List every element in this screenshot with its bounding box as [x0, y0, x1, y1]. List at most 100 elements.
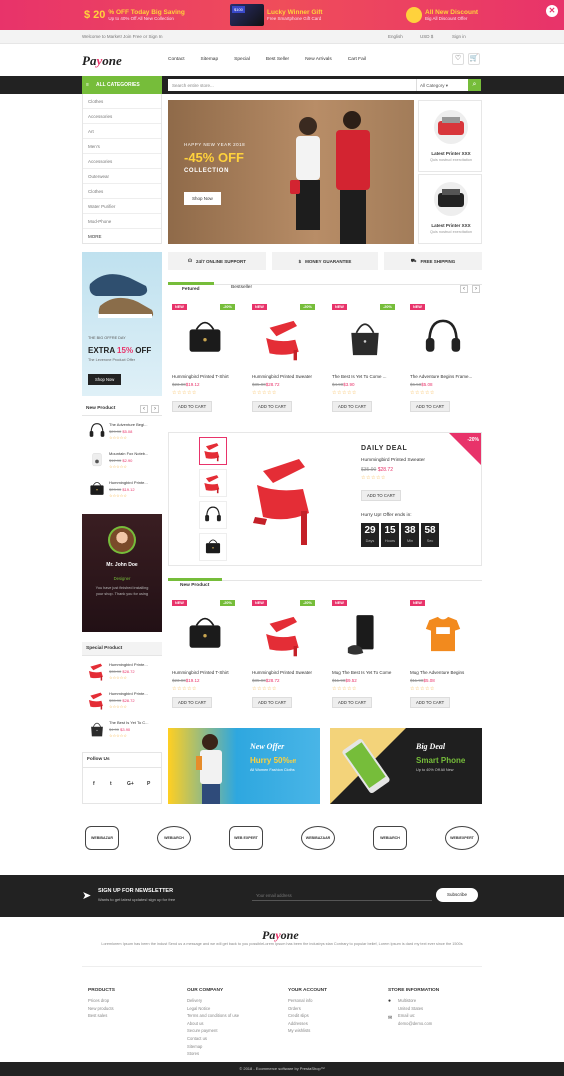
category-item[interactable]: Accessories — [83, 154, 161, 169]
nav-cart-fail[interactable]: Cart Fail — [348, 57, 366, 62]
category-item[interactable]: Outerwear — [83, 169, 161, 184]
footer-link[interactable]: Best sales — [88, 1012, 115, 1020]
close-icon[interactable]: ✕ — [546, 5, 558, 17]
footer-link[interactable]: Personal info — [288, 997, 327, 1005]
left-banner-shop-button[interactable]: Shop Now — [88, 374, 122, 385]
add-to-cart-button[interactable]: ADD TO CART — [410, 401, 451, 412]
product-image[interactable] — [328, 602, 402, 666]
footer-link[interactable]: Delivery — [187, 997, 239, 1005]
signin-link[interactable]: Sign in — [452, 34, 466, 39]
all-categories-button[interactable]: ≡ ALL CATEGORIES — [82, 76, 162, 94]
mini-product[interactable]: Mountain Fox Noteb... $12.90 $2.90 ☆☆☆☆☆ — [82, 449, 162, 473]
category-item[interactable]: Men's — [83, 139, 161, 154]
mini-product-title[interactable]: Hummingbird Printe... — [109, 480, 159, 485]
mini-product-title[interactable]: Hummingbird Printe... — [109, 691, 159, 696]
product-image[interactable] — [406, 306, 480, 370]
nav-sitemap[interactable]: Sitemap — [201, 57, 219, 62]
product-card[interactable]: NEW -20% Hummingbird Printed T-Shirt $23.90… — [168, 594, 242, 714]
side-product-card[interactable]: Latest Printer XXX Quis nostrud exercita… — [418, 174, 482, 244]
heart-icon[interactable]: ♡ — [452, 53, 464, 65]
brand-logo[interactable]: WEBIARCH — [154, 824, 194, 852]
category-item[interactable]: Clothes — [83, 184, 161, 199]
nav-new-arrivals[interactable]: New Arrivals — [305, 57, 332, 62]
add-to-cart-button[interactable]: ADD TO CART — [252, 401, 293, 412]
logo[interactable]: Payone — [82, 53, 122, 69]
currency-select[interactable]: USD $ — [420, 34, 433, 39]
subscribe-button[interactable]: Subscribe — [436, 888, 478, 902]
mini-product-title[interactable]: Hummingbird Printe... — [109, 662, 159, 667]
product-title[interactable]: Mug The Adventure Begins — [410, 670, 480, 675]
mini-product-image[interactable] — [86, 689, 108, 713]
category-item[interactable]: Clothes — [83, 94, 161, 109]
tab-bestseller[interactable]: Bestseller — [231, 285, 252, 290]
mini-product-image[interactable] — [86, 478, 108, 502]
brand-logo[interactable]: WEB EXPERT — [226, 824, 266, 852]
mini-product[interactable]: Hummingbird Printe... $35.90 $28.72 ☆☆☆☆☆ — [82, 660, 162, 684]
mini-product-title[interactable]: The Best Is Yet To C... — [109, 720, 159, 725]
deal-product-name[interactable]: Hummingbird Printed Sweater — [361, 458, 425, 463]
promo-lucky[interactable]: $100 Lucky Winner Gift Free Smartphone G… — [230, 4, 323, 26]
footer-link[interactable]: Legal Notice — [187, 1005, 239, 1013]
deal-thumbnail[interactable] — [199, 469, 227, 497]
search-icon[interactable]: ⌕ — [468, 79, 481, 91]
promo-discount[interactable]: All New Discount Big All Discount Offer — [406, 4, 478, 26]
deal-thumbnail[interactable] — [199, 501, 227, 529]
side-product-card[interactable]: Latest Printer XXX Quis nostrud exercita… — [418, 100, 482, 172]
category-item[interactable]: Mod-Phone — [83, 214, 161, 229]
footer-link[interactable]: Prices drop — [88, 997, 115, 1005]
mini-product[interactable]: The Adventure Begi... $29.90 $5.08 ☆☆☆☆☆ — [82, 420, 162, 444]
footer-link[interactable]: demo@demo.com — [388, 1020, 439, 1028]
product-card[interactable]: NEW -20% The Best Is Yet To Come ... $4.90$… — [328, 298, 402, 418]
category-item[interactable]: Accessories — [83, 109, 161, 124]
footer-link[interactable]: Multistore — [388, 997, 439, 1005]
product-title[interactable]: Hummingbird Printed T-Shirt — [172, 670, 242, 675]
product-image[interactable] — [248, 602, 322, 666]
footer-link[interactable]: Sitemap — [187, 1043, 239, 1051]
chevron-right-icon[interactable]: › — [151, 405, 159, 413]
product-image[interactable] — [168, 602, 242, 666]
promo-banner[interactable]: $ 20 % OFF Today Big Saving Up to 40% Of… — [0, 0, 564, 30]
category-more[interactable]: MORE — [83, 229, 161, 244]
add-to-cart-button[interactable]: ADD TO CART — [332, 697, 373, 708]
brand-logo[interactable]: WEBIARCH — [370, 824, 410, 852]
add-to-cart-button[interactable]: ADD TO CART — [332, 401, 373, 412]
product-title[interactable]: Hummingbird Printed Sweater — [252, 670, 322, 675]
footer-link[interactable]: Email us: — [388, 1012, 439, 1020]
product-card[interactable]: NEW Mug The Best Is Yet To Come $11.90$9.5… — [328, 594, 402, 714]
mini-product[interactable]: Hummingbird Printe... $35.90 $28.72 ☆☆☆☆☆ — [82, 689, 162, 713]
facebook-icon[interactable]: f — [93, 781, 95, 787]
google-plus-icon[interactable]: G+ — [127, 781, 134, 787]
footer-link[interactable]: Terms and conditions of use — [187, 1012, 239, 1020]
tab-featured[interactable]: Fetured — [182, 287, 200, 292]
product-image[interactable] — [168, 306, 242, 370]
chevron-right-icon[interactable]: › — [472, 285, 480, 293]
nav-special[interactable]: Special — [234, 57, 250, 62]
nav-contact[interactable]: Contact — [168, 57, 185, 62]
footer-logo[interactable]: Payone — [262, 928, 299, 943]
deal-thumbnail[interactable] — [199, 437, 227, 465]
twitter-icon[interactable]: t — [110, 781, 112, 787]
newsletter-email-input[interactable]: Your email address — [252, 891, 432, 901]
mini-product-image[interactable] — [86, 718, 108, 742]
footer-link[interactable]: Stores — [187, 1050, 239, 1058]
footer-link[interactable]: New products — [88, 1005, 115, 1013]
footer-link[interactable]: Secure payment — [187, 1027, 239, 1035]
deal-add-to-cart-button[interactable]: ADD TO CART — [361, 490, 402, 501]
product-title[interactable]: Hummingbird Printed T-Shirt — [172, 374, 242, 379]
product-card[interactable]: NEW -20% Hummingbird Printed Sweater $35.90… — [248, 594, 322, 714]
big-deal-banner[interactable]: Big Deal Smart Phone Up to 40% Off All N… — [330, 728, 482, 804]
footer-link[interactable]: United States — [388, 1005, 439, 1013]
product-card[interactable]: NEW The Adventure Begins Frame... $6.50$5.… — [406, 298, 480, 418]
product-card[interactable]: NEW -20% Hummingbird Printed T-Shirt $23.90… — [168, 298, 242, 418]
product-title[interactable]: Mug The Best Is Yet To Come — [332, 670, 402, 675]
category-item[interactable]: Art — [83, 124, 161, 139]
footer-link[interactable]: Credit slips — [288, 1012, 327, 1020]
hero-slider[interactable]: HAPPY NEW YEAR 2018 -45% OFF COLLECTION … — [168, 100, 414, 244]
promo-saving[interactable]: $ 20 % OFF Today Big Saving Up to 40% Of… — [84, 4, 185, 26]
product-title[interactable]: The Adventure Begins Frame... — [410, 374, 480, 379]
product-image[interactable] — [248, 306, 322, 370]
footer-link[interactable]: About us — [187, 1020, 239, 1028]
mini-product-title[interactable]: Mountain Fox Noteb... — [109, 451, 159, 456]
footer-link[interactable]: My wishlists — [288, 1027, 327, 1035]
add-to-cart-button[interactable]: ADD TO CART — [252, 697, 293, 708]
